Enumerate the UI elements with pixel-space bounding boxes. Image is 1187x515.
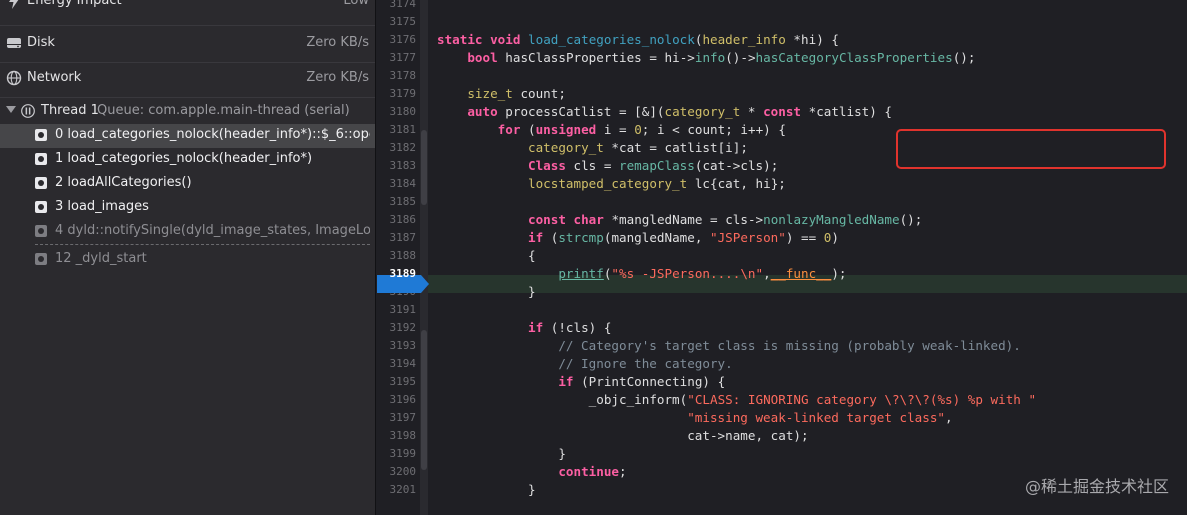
- code-line[interactable]: locstamped_category_t lc{cat, hi};: [437, 175, 786, 193]
- code-line[interactable]: if (strcmp(mangledName, "JSPerson") == 0…: [437, 229, 839, 247]
- stack-frame-2[interactable]: 2 loadAllCategories(): [0, 172, 375, 196]
- line-number[interactable]: 3175: [376, 13, 417, 31]
- line-number[interactable]: 3196: [376, 391, 417, 409]
- thread-title: Thread 1: [41, 103, 99, 118]
- code-line[interactable]: for (unsigned i = 0; i < count; i++) {: [437, 121, 786, 139]
- stack-frame-0[interactable]: 0 load_categories_nolock(header_info*)::…: [0, 124, 375, 148]
- code-line[interactable]: bool hasClassProperties = hi->info()->ha…: [437, 49, 975, 67]
- stack-frame-3[interactable]: 3 load_images: [0, 196, 375, 220]
- code-line[interactable]: }: [437, 481, 536, 499]
- frame-icon: [35, 253, 47, 265]
- frame-label: 3 load_images: [55, 199, 149, 214]
- line-number[interactable]: 3180: [376, 103, 417, 121]
- gauge-network[interactable]: Network Zero KB/s: [0, 63, 375, 98]
- thread-row[interactable]: Thread 1 Queue: com.apple.main-thread (s…: [0, 101, 375, 122]
- code-line[interactable]: auto processCatlist = [&](category_t * c…: [437, 103, 892, 121]
- stack-frame-12[interactable]: 12 _dyld_start: [0, 248, 375, 272]
- code-line[interactable]: // Ignore the category.: [437, 355, 732, 373]
- fold-region[interactable]: [421, 330, 427, 470]
- frame-icon: [35, 177, 47, 189]
- line-number[interactable]: 3184: [376, 175, 417, 193]
- frame-label: 2 loadAllCategories(): [55, 175, 192, 190]
- line-number[interactable]: 3191: [376, 301, 417, 319]
- bolt-icon: [9, 0, 19, 9]
- line-number[interactable]: 3177: [376, 49, 417, 67]
- code-line[interactable]: if (PrintConnecting) {: [437, 373, 725, 391]
- frame-label: 4 dyld::notifySingle(dyld_image_states, …: [55, 223, 370, 238]
- thread-icon: [21, 104, 35, 118]
- disk-icon: [7, 38, 21, 48]
- frames-collapsed-separator[interactable]: [35, 244, 370, 245]
- line-number[interactable]: 3193: [376, 337, 417, 355]
- line-number[interactable]: 3197: [376, 409, 417, 427]
- code-line[interactable]: "missing weak-linked target class",: [437, 409, 952, 427]
- code-line[interactable]: const char *mangledName = cls->nonlazyMa…: [437, 211, 922, 229]
- line-number[interactable]: 3183: [376, 157, 417, 175]
- line-number[interactable]: 3178: [376, 67, 417, 85]
- line-number[interactable]: 3198: [376, 427, 417, 445]
- code-line[interactable]: {: [437, 247, 536, 265]
- line-number[interactable]: 3179: [376, 85, 417, 103]
- frame-icon: [35, 153, 47, 165]
- frame-label: 0 load_categories_nolock(header_info*)::…: [55, 127, 370, 142]
- gauge-value: Zero KB/s: [306, 70, 369, 85]
- code-line[interactable]: }: [437, 283, 536, 301]
- code-line[interactable]: cat->name, cat);: [437, 427, 808, 445]
- source-editor[interactable]: 3174 3175 3176 3177 3178 3179 3180 3181 3182 3183…: [376, 0, 1187, 515]
- disclosure-triangle-icon[interactable]: [6, 106, 16, 113]
- line-number[interactable]: 3188: [376, 247, 417, 265]
- stack-frame-1[interactable]: 1 load_categories_nolock(header_info*): [0, 148, 375, 172]
- frame-label: 12 _dyld_start: [55, 251, 147, 266]
- line-number[interactable]: 3186: [376, 211, 417, 229]
- watermark: @稀土掘金技术社区: [1024, 477, 1169, 496]
- frame-icon: [35, 129, 47, 141]
- code-line[interactable]: category_t *cat = catlist[i];: [437, 139, 748, 157]
- line-number[interactable]: 3185: [376, 193, 417, 211]
- line-number[interactable]: 3200: [376, 463, 417, 481]
- line-number-gutter[interactable]: 3174 3175 3176 3177 3178 3179 3180 3181 3182 3183…: [376, 0, 420, 515]
- code-line[interactable]: size_t count;: [437, 85, 566, 103]
- fold-region[interactable]: [421, 130, 427, 205]
- line-number[interactable]: 3194: [376, 355, 417, 373]
- frame-icon: [35, 225, 47, 237]
- stack-frame-4[interactable]: 4 dyld::notifySingle(dyld_image_states, …: [0, 220, 375, 244]
- debug-navigator: Energy Impact Low Disk Zero KB/s Network…: [0, 0, 376, 515]
- gauge-label: Energy Impact: [27, 0, 122, 8]
- code-line[interactable]: continue;: [437, 463, 626, 481]
- line-number[interactable]: 3182: [376, 139, 417, 157]
- xcode-debugger-window: Energy Impact Low Disk Zero KB/s Network…: [0, 0, 1187, 515]
- code-line[interactable]: if (!cls) {: [437, 319, 611, 337]
- code-folding-ribbon[interactable]: [420, 0, 428, 515]
- code-line[interactable]: Class cls = remapClass(cat->cls);: [437, 157, 778, 175]
- gauge-energy-impact[interactable]: Energy Impact Low: [0, 0, 375, 26]
- thread-queue: Queue: com.apple.main-thread (serial): [97, 103, 350, 118]
- code-line[interactable]: printf("%s -JSPerson....\n",__func__);: [437, 265, 846, 283]
- frame-label: 1 load_categories_nolock(header_info*): [55, 151, 313, 166]
- line-number[interactable]: 3187: [376, 229, 417, 247]
- line-number[interactable]: 3174: [376, 0, 417, 13]
- line-number[interactable]: 3189: [376, 265, 417, 283]
- gauge-label: Disk: [27, 35, 55, 50]
- gauge-label: Network: [27, 70, 82, 85]
- line-number[interactable]: 3195: [376, 373, 417, 391]
- code-line[interactable]: static void load_categories_nolock(heade…: [437, 31, 839, 49]
- code-line[interactable]: }: [437, 445, 566, 463]
- code-line[interactable]: // Category's target class is missing (p…: [437, 337, 1021, 355]
- gauge-value: Low: [343, 0, 369, 8]
- gauge-disk[interactable]: Disk Zero KB/s: [0, 28, 375, 63]
- line-number[interactable]: 3192: [376, 319, 417, 337]
- globe-icon: [6, 70, 22, 86]
- line-number[interactable]: 3199: [376, 445, 417, 463]
- line-number[interactable]: 3176: [376, 31, 417, 49]
- code-line[interactable]: _objc_inform("CLASS: IGNORING category \…: [437, 391, 1036, 409]
- line-number[interactable]: 3201: [376, 481, 417, 499]
- gauge-value: Zero KB/s: [306, 35, 369, 50]
- frame-icon: [35, 201, 47, 213]
- annotation-highlight-box: [896, 129, 1166, 169]
- line-number[interactable]: 3181: [376, 121, 417, 139]
